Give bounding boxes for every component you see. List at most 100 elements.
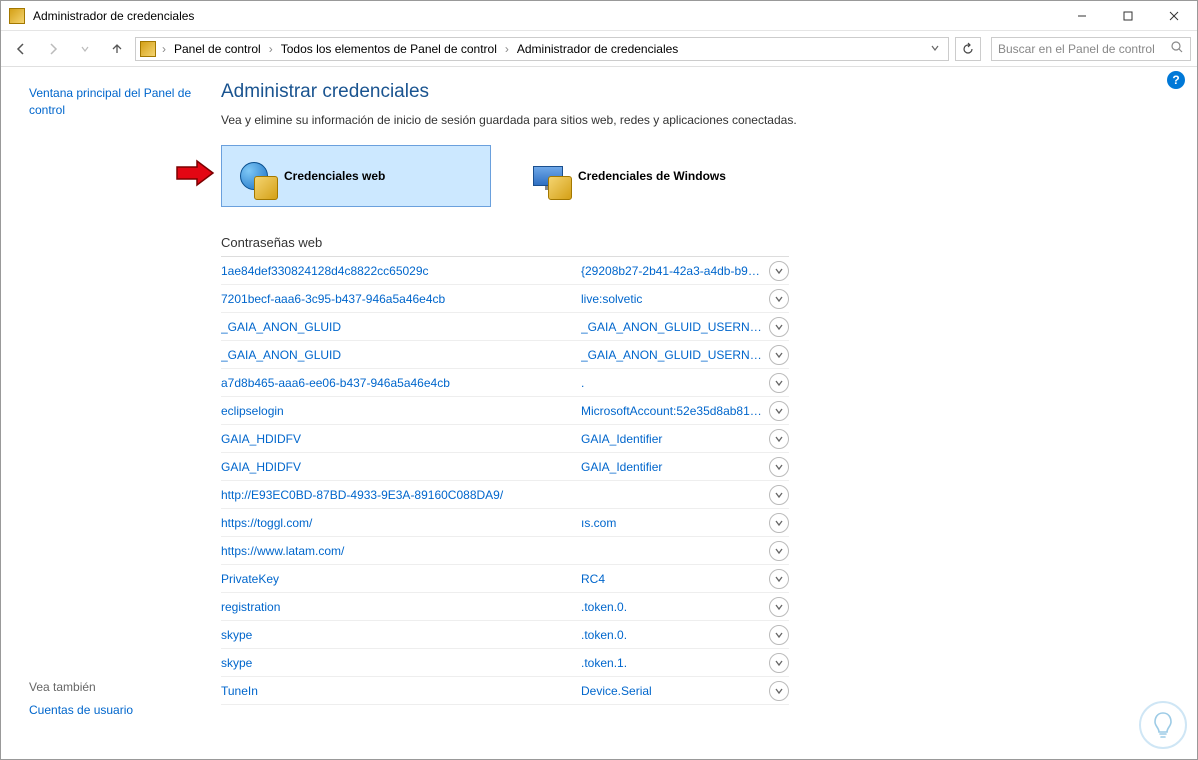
expand-button[interactable] bbox=[769, 541, 789, 561]
window-title: Administrador de credenciales bbox=[33, 9, 1059, 23]
credential-row[interactable]: GAIA_HDIDFVGAIA_Identifier bbox=[221, 425, 789, 453]
toolbar: › Panel de control › Todos los elementos… bbox=[1, 31, 1197, 67]
credential-address: skype bbox=[221, 656, 581, 670]
search-input[interactable] bbox=[998, 42, 1170, 56]
expand-button[interactable] bbox=[769, 513, 789, 533]
expand-button[interactable] bbox=[769, 317, 789, 337]
credential-row[interactable]: TuneInDevice.Serial bbox=[221, 677, 789, 705]
window-controls bbox=[1059, 1, 1197, 31]
tile-windows-label: Credenciales de Windows bbox=[578, 169, 726, 183]
breadcrumb-control-panel[interactable]: Panel de control bbox=[172, 42, 263, 56]
chevron-right-icon[interactable]: › bbox=[160, 42, 168, 56]
breadcrumb-all-items[interactable]: Todos los elementos de Panel de control bbox=[279, 42, 499, 56]
section-web-passwords: Contraseñas web bbox=[221, 229, 789, 257]
credential-address: https://www.latam.com/ bbox=[221, 544, 581, 558]
credential-username: GAIA_Identifier bbox=[581, 460, 769, 474]
credentials-table: 1ae84def330824128d4c8822cc65029c{29208b2… bbox=[221, 257, 789, 705]
credential-row[interactable]: _GAIA_ANON_GLUID_GAIA_ANON_GLUID_USERNAM… bbox=[221, 313, 789, 341]
expand-button[interactable] bbox=[769, 345, 789, 365]
search-box[interactable] bbox=[991, 37, 1191, 61]
credential-row[interactable]: http://E93EC0BD-87BD-4933-9E3A-89160C088… bbox=[221, 481, 789, 509]
credential-row[interactable]: GAIA_HDIDFVGAIA_Identifier bbox=[221, 453, 789, 481]
credential-username: RC4 bbox=[581, 572, 769, 586]
credential-row[interactable]: 7201becf-aaa6-3c95-b437-946a5a46e4cblive… bbox=[221, 285, 789, 313]
address-bar[interactable]: › Panel de control › Todos los elementos… bbox=[135, 37, 949, 61]
credential-address: GAIA_HDIDFV bbox=[221, 460, 581, 474]
see-also-label: Vea también bbox=[29, 680, 133, 694]
credential-address: 1ae84def330824128d4c8822cc65029c bbox=[221, 264, 581, 278]
expand-button[interactable] bbox=[769, 681, 789, 701]
titlebar: Administrador de credenciales bbox=[1, 1, 1197, 31]
category-row: Credenciales web Credenciales de Windows bbox=[221, 145, 1177, 207]
expand-button[interactable] bbox=[769, 625, 789, 645]
credential-row[interactable]: https://www.latam.com/ bbox=[221, 537, 789, 565]
expand-button[interactable] bbox=[769, 569, 789, 589]
tile-windows-credentials[interactable]: Credenciales de Windows bbox=[515, 145, 785, 207]
credential-row[interactable]: a7d8b465-aaa6-ee06-b437-946a5a46e4cb. bbox=[221, 369, 789, 397]
globe-vault-icon bbox=[232, 154, 276, 198]
credential-address: _GAIA_ANON_GLUID bbox=[221, 320, 581, 334]
credential-row[interactable]: PrivateKeyRC4 bbox=[221, 565, 789, 593]
search-icon[interactable] bbox=[1170, 40, 1184, 57]
expand-button[interactable] bbox=[769, 401, 789, 421]
expand-button[interactable] bbox=[769, 485, 789, 505]
minimize-button[interactable] bbox=[1059, 1, 1105, 31]
close-button[interactable] bbox=[1151, 1, 1197, 31]
credential-username: ıs.com bbox=[581, 516, 769, 530]
credential-username: _GAIA_ANON_GLUID_USERNAME bbox=[581, 348, 769, 362]
credential-row[interactable]: skype.token.1. bbox=[221, 649, 789, 677]
app-icon bbox=[9, 8, 25, 24]
page-heading: Administrar credenciales bbox=[221, 81, 1177, 103]
main-panel: Administrar credenciales Vea y elimine s… bbox=[211, 67, 1197, 759]
chevron-right-icon[interactable]: › bbox=[503, 42, 511, 56]
credential-username: MicrosoftAccount:52e35d8ab814e1... bbox=[581, 404, 769, 418]
monitor-vault-icon bbox=[526, 154, 570, 198]
credential-row[interactable]: _GAIA_ANON_GLUID_GAIA_ANON_GLUID_USERNAM… bbox=[221, 341, 789, 369]
tile-web-label: Credenciales web bbox=[284, 169, 385, 183]
tile-web-credentials[interactable]: Credenciales web bbox=[221, 145, 491, 207]
credential-address: PrivateKey bbox=[221, 572, 581, 586]
credential-address: https://toggl.com/ bbox=[221, 516, 581, 530]
refresh-button[interactable] bbox=[955, 37, 981, 61]
credential-address: 7201becf-aaa6-3c95-b437-946a5a46e4cb bbox=[221, 292, 581, 306]
credential-username: _GAIA_ANON_GLUID_USERNAME bbox=[581, 320, 769, 334]
credential-row[interactable]: eclipseloginMicrosoftAccount:52e35d8ab81… bbox=[221, 397, 789, 425]
sidebar-user-accounts[interactable]: Cuentas de usuario bbox=[29, 702, 133, 719]
expand-button[interactable] bbox=[769, 261, 789, 281]
credential-username: GAIA_Identifier bbox=[581, 432, 769, 446]
location-icon bbox=[140, 41, 156, 57]
credential-username: . bbox=[581, 376, 769, 390]
expand-button[interactable] bbox=[769, 597, 789, 617]
expand-button[interactable] bbox=[769, 373, 789, 393]
expand-button[interactable] bbox=[769, 429, 789, 449]
credential-address: eclipselogin bbox=[221, 404, 581, 418]
back-button[interactable] bbox=[7, 35, 35, 63]
address-dropdown-icon[interactable] bbox=[926, 42, 944, 56]
credential-username: Device.Serial bbox=[581, 684, 769, 698]
credential-username: .token.0. bbox=[581, 600, 769, 614]
sidebar-control-panel-home[interactable]: Ventana principal del Panel de control bbox=[29, 85, 199, 119]
forward-button[interactable] bbox=[39, 35, 67, 63]
lightbulb-badge[interactable] bbox=[1139, 701, 1187, 749]
credential-row[interactable]: registration.token.0. bbox=[221, 593, 789, 621]
expand-button[interactable] bbox=[769, 653, 789, 673]
credential-row[interactable]: https://toggl.com/ıs.com bbox=[221, 509, 789, 537]
page-subtitle: Vea y elimine su información de inicio d… bbox=[221, 113, 1177, 127]
credential-row[interactable]: 1ae84def330824128d4c8822cc65029c{29208b2… bbox=[221, 257, 789, 285]
credential-address: TuneIn bbox=[221, 684, 581, 698]
maximize-button[interactable] bbox=[1105, 1, 1151, 31]
recent-dropdown[interactable] bbox=[71, 35, 99, 63]
content: Ventana principal del Panel de control V… bbox=[1, 67, 1197, 759]
expand-button[interactable] bbox=[769, 289, 789, 309]
credential-username: .token.0. bbox=[581, 628, 769, 642]
red-arrow-annotation bbox=[175, 159, 215, 187]
expand-button[interactable] bbox=[769, 457, 789, 477]
chevron-right-icon[interactable]: › bbox=[267, 42, 275, 56]
breadcrumb-credential-manager[interactable]: Administrador de credenciales bbox=[515, 42, 680, 56]
credential-address: http://E93EC0BD-87BD-4933-9E3A-89160C088… bbox=[221, 488, 581, 502]
up-button[interactable] bbox=[103, 35, 131, 63]
credential-row[interactable]: skype.token.0. bbox=[221, 621, 789, 649]
see-also-section: Vea también Cuentas de usuario bbox=[29, 680, 133, 719]
credential-address: a7d8b465-aaa6-ee06-b437-946a5a46e4cb bbox=[221, 376, 581, 390]
credential-address: _GAIA_ANON_GLUID bbox=[221, 348, 581, 362]
